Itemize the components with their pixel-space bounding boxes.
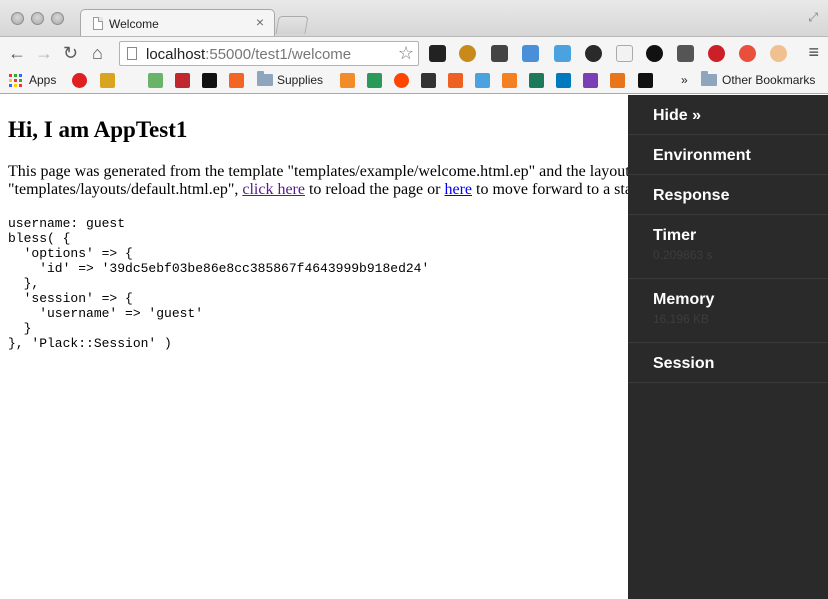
- bookmark-icon-4[interactable]: [175, 73, 190, 88]
- cast-icon[interactable]: [677, 45, 694, 62]
- bookmarks-bar: Apps Supplies » Other Bookmarks: [0, 68, 828, 94]
- twitter-icon[interactable]: [554, 45, 571, 62]
- bookmark-icon-14[interactable]: [529, 73, 544, 88]
- bookmark-icon-10[interactable]: [421, 73, 436, 88]
- bookmark-supplies[interactable]: Supplies: [277, 73, 323, 87]
- pinterest-icon[interactable]: [708, 45, 725, 62]
- panel-memory[interactable]: Memory 16,196 KB: [628, 279, 828, 343]
- tab-welcome[interactable]: Welcome ×: [80, 9, 275, 37]
- extension-12-icon[interactable]: [770, 45, 787, 62]
- timer-value: 0.209863 s: [653, 248, 713, 262]
- bookmark-icon-17[interactable]: [610, 73, 625, 88]
- more-bookmarks-chevron[interactable]: »: [681, 73, 688, 87]
- back-arrow-icon[interactable]: ←: [8, 43, 26, 63]
- panel-session[interactable]: Session: [628, 343, 828, 383]
- bookmark-icon-18[interactable]: [638, 73, 653, 88]
- zoom-window-button[interactable]: [51, 12, 64, 25]
- close-window-button[interactable]: [11, 12, 24, 25]
- bookmark-icon-6[interactable]: [229, 73, 244, 88]
- apps-grid-icon: [9, 74, 22, 87]
- trello-icon[interactable]: [556, 73, 571, 88]
- close-tab-icon[interactable]: ×: [256, 14, 264, 30]
- browser-toolbar: ← → ↻ ⌂ localhost:55000/test1/welcome ☆ …: [0, 36, 828, 68]
- bookmark-icon-8[interactable]: [367, 73, 382, 88]
- menu-icon[interactable]: ≡: [808, 42, 819, 63]
- bookmark-icon-1[interactable]: [72, 73, 87, 88]
- reload-link[interactable]: click here: [242, 181, 305, 198]
- reddit-icon[interactable]: [394, 73, 409, 88]
- window-titlebar: Welcome × ⤢: [0, 0, 828, 37]
- bookmark-apps[interactable]: Apps: [29, 73, 56, 87]
- new-tab-button[interactable]: [275, 16, 309, 34]
- lifebuoy-icon[interactable]: [739, 45, 756, 62]
- bitly-icon[interactable]: [448, 73, 463, 88]
- home-icon[interactable]: ⌂: [92, 43, 103, 63]
- extension-2-icon[interactable]: [459, 45, 476, 62]
- document-icon: [93, 17, 103, 30]
- page-icon: [127, 47, 137, 60]
- bookmark-icon-7[interactable]: [340, 73, 355, 88]
- panel-timer[interactable]: Timer 0.209863 s: [628, 215, 828, 279]
- extension-8-icon[interactable]: [646, 45, 663, 62]
- extension-4-icon[interactable]: [522, 45, 539, 62]
- tab-title: Welcome: [109, 17, 159, 31]
- forward-arrow-icon[interactable]: →: [35, 43, 53, 63]
- minimize-window-button[interactable]: [31, 12, 44, 25]
- bookmark-icon-5[interactable]: [202, 73, 217, 88]
- other-bookmarks-folder-icon: [701, 71, 717, 86]
- bookmark-other[interactable]: Other Bookmarks: [722, 73, 815, 87]
- fullscreen-icon[interactable]: ⤢: [808, 10, 818, 25]
- panel-environment[interactable]: Environment: [628, 135, 828, 175]
- bookmark-icon-3[interactable]: [148, 73, 163, 88]
- debug-panel: Hide » Environment Response Timer 0.2098…: [628, 95, 828, 599]
- folder-icon: [257, 71, 273, 86]
- bookmark-icon-2[interactable]: [100, 73, 115, 88]
- amazon-icon[interactable]: [616, 45, 633, 62]
- reload-icon[interactable]: ↻: [63, 43, 78, 63]
- panel-response[interactable]: Response: [628, 175, 828, 215]
- twitter-bookmark-icon[interactable]: [475, 73, 490, 88]
- evernote-icon[interactable]: [491, 45, 508, 62]
- bookmark-star-icon[interactable]: ☆: [398, 43, 414, 64]
- forward-link[interactable]: here: [444, 181, 472, 198]
- stackoverflow-icon[interactable]: [502, 73, 517, 88]
- bookmark-icon-16[interactable]: [583, 73, 598, 88]
- address-bar[interactable]: localhost:55000/test1/welcome ☆: [119, 41, 419, 66]
- memory-value: 16,196 KB: [653, 312, 710, 326]
- url-text: localhost:55000/test1/welcome: [146, 46, 352, 63]
- panel-hide[interactable]: Hide »: [628, 95, 828, 135]
- extension-1-icon[interactable]: [429, 45, 446, 62]
- color-picker-icon[interactable]: [585, 45, 602, 62]
